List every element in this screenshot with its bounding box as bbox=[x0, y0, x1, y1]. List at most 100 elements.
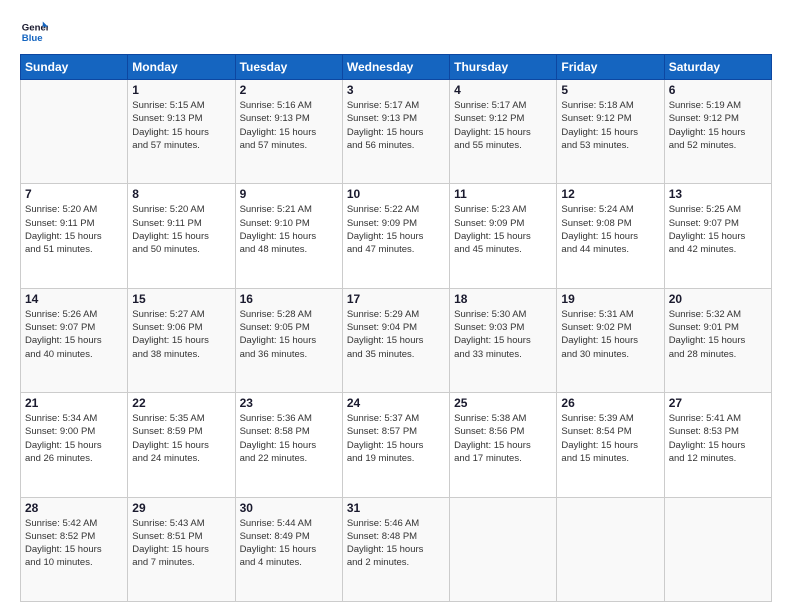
calendar-cell: 4 Sunrise: 5:17 AMSunset: 9:12 PMDaylight… bbox=[450, 80, 557, 184]
calendar-cell bbox=[664, 497, 771, 601]
calendar-cell: 9 Sunrise: 5:21 AMSunset: 9:10 PMDaylight… bbox=[235, 184, 342, 288]
calendar-day-header: Tuesday bbox=[235, 55, 342, 80]
calendar-cell: 29Sunrise: 5:43 AMSunset: 8:51 PMDayligh… bbox=[128, 497, 235, 601]
day-number: 15 bbox=[132, 292, 230, 306]
day-number: 11 bbox=[454, 187, 552, 201]
day-info: Sunrise: 5:22 AMSunset: 9:09 PMDaylight:… bbox=[347, 203, 445, 256]
calendar-cell: 31Sunrise: 5:46 AMSunset: 8:48 PMDayligh… bbox=[342, 497, 449, 601]
calendar-day-header: Saturday bbox=[664, 55, 771, 80]
day-info: Sunrise: 5:26 AMSunset: 9:07 PMDaylight:… bbox=[25, 308, 123, 361]
day-info: Sunrise: 5:16 AMSunset: 9:13 PMDaylight:… bbox=[240, 99, 338, 152]
calendar-week-row: 1 Sunrise: 5:15 AMSunset: 9:13 PMDaylight… bbox=[21, 80, 772, 184]
day-info: Sunrise: 5:17 AMSunset: 9:12 PMDaylight:… bbox=[454, 99, 552, 152]
day-number: 4 bbox=[454, 83, 552, 97]
day-number: 23 bbox=[240, 396, 338, 410]
day-info: Sunrise: 5:38 AMSunset: 8:56 PMDaylight:… bbox=[454, 412, 552, 465]
day-number: 3 bbox=[347, 83, 445, 97]
calendar-cell: 22 Sunrise: 5:35 AMSunset: 8:59 PMDayligh… bbox=[128, 393, 235, 497]
calendar-day-header: Monday bbox=[128, 55, 235, 80]
day-info: Sunrise: 5:35 AMSunset: 8:59 PMDaylight:… bbox=[132, 412, 230, 465]
day-number: 5 bbox=[561, 83, 659, 97]
day-info: Sunrise: 5:34 AMSunset: 9:00 PMDaylight:… bbox=[25, 412, 123, 465]
day-info: Sunrise: 5:28 AMSunset: 9:05 PMDaylight:… bbox=[240, 308, 338, 361]
day-info: Sunrise: 5:15 AMSunset: 9:13 PMDaylight:… bbox=[132, 99, 230, 152]
calendar-day-header: Thursday bbox=[450, 55, 557, 80]
calendar-cell: 2 Sunrise: 5:16 AMSunset: 9:13 PMDaylight… bbox=[235, 80, 342, 184]
calendar-cell: 17 Sunrise: 5:29 AMSunset: 9:04 PMDayligh… bbox=[342, 288, 449, 392]
calendar-cell: 20Sunrise: 5:32 AMSunset: 9:01 PMDayligh… bbox=[664, 288, 771, 392]
day-number: 8 bbox=[132, 187, 230, 201]
day-number: 1 bbox=[132, 83, 230, 97]
svg-text:Blue: Blue bbox=[22, 33, 43, 44]
calendar-cell: 10 Sunrise: 5:22 AMSunset: 9:09 PMDayligh… bbox=[342, 184, 449, 288]
day-info: Sunrise: 5:21 AMSunset: 9:10 PMDaylight:… bbox=[240, 203, 338, 256]
calendar-cell: 26Sunrise: 5:39 AMSunset: 8:54 PMDayligh… bbox=[557, 393, 664, 497]
day-number: 19 bbox=[561, 292, 659, 306]
day-number: 10 bbox=[347, 187, 445, 201]
day-number: 22 bbox=[132, 396, 230, 410]
day-info: Sunrise: 5:24 AMSunset: 9:08 PMDaylight:… bbox=[561, 203, 659, 256]
calendar-cell: 24 Sunrise: 5:37 AMSunset: 8:57 PMDayligh… bbox=[342, 393, 449, 497]
day-number: 21 bbox=[25, 396, 123, 410]
day-info: Sunrise: 5:23 AMSunset: 9:09 PMDaylight:… bbox=[454, 203, 552, 256]
day-number: 14 bbox=[25, 292, 123, 306]
day-info: Sunrise: 5:31 AMSunset: 9:02 PMDaylight:… bbox=[561, 308, 659, 361]
day-number: 13 bbox=[669, 187, 767, 201]
calendar-header-row: SundayMondayTuesdayWednesdayThursdayFrid… bbox=[21, 55, 772, 80]
calendar-cell bbox=[557, 497, 664, 601]
day-number: 28 bbox=[25, 501, 123, 515]
calendar-cell: 15 Sunrise: 5:27 AMSunset: 9:06 PMDayligh… bbox=[128, 288, 235, 392]
calendar-cell: 19 Sunrise: 5:31 AMSunset: 9:02 PMDayligh… bbox=[557, 288, 664, 392]
day-number: 16 bbox=[240, 292, 338, 306]
day-number: 12 bbox=[561, 187, 659, 201]
day-info: Sunrise: 5:20 AMSunset: 9:11 PMDaylight:… bbox=[132, 203, 230, 256]
day-info: Sunrise: 5:25 AMSunset: 9:07 PMDaylight:… bbox=[669, 203, 767, 256]
calendar-week-row: 14 Sunrise: 5:26 AMSunset: 9:07 PMDayligh… bbox=[21, 288, 772, 392]
day-number: 9 bbox=[240, 187, 338, 201]
day-number: 26 bbox=[561, 396, 659, 410]
day-number: 24 bbox=[347, 396, 445, 410]
calendar-cell: 18 Sunrise: 5:30 AMSunset: 9:03 PMDayligh… bbox=[450, 288, 557, 392]
day-number: 27 bbox=[669, 396, 767, 410]
calendar-cell: 21 Sunrise: 5:34 AMSunset: 9:00 PMDayligh… bbox=[21, 393, 128, 497]
day-info: Sunrise: 5:36 AMSunset: 8:58 PMDaylight:… bbox=[240, 412, 338, 465]
calendar-cell: 13 Sunrise: 5:25 AMSunset: 9:07 PMDayligh… bbox=[664, 184, 771, 288]
calendar-cell: 11 Sunrise: 5:23 AMSunset: 9:09 PMDayligh… bbox=[450, 184, 557, 288]
calendar-cell: 16 Sunrise: 5:28 AMSunset: 9:05 PMDayligh… bbox=[235, 288, 342, 392]
day-info: Sunrise: 5:27 AMSunset: 9:06 PMDaylight:… bbox=[132, 308, 230, 361]
calendar-week-row: 21 Sunrise: 5:34 AMSunset: 9:00 PMDayligh… bbox=[21, 393, 772, 497]
calendar-cell: 8 Sunrise: 5:20 AMSunset: 9:11 PMDaylight… bbox=[128, 184, 235, 288]
day-number: 29 bbox=[132, 501, 230, 515]
calendar-day-header: Wednesday bbox=[342, 55, 449, 80]
logo-icon: General Blue bbox=[20, 18, 48, 46]
calendar-cell: 23 Sunrise: 5:36 AMSunset: 8:58 PMDayligh… bbox=[235, 393, 342, 497]
logo: General Blue bbox=[20, 18, 48, 46]
calendar-cell bbox=[21, 80, 128, 184]
calendar-cell: 14 Sunrise: 5:26 AMSunset: 9:07 PMDayligh… bbox=[21, 288, 128, 392]
calendar-cell bbox=[450, 497, 557, 601]
day-info: Sunrise: 5:17 AMSunset: 9:13 PMDaylight:… bbox=[347, 99, 445, 152]
calendar-cell: 28 Sunrise: 5:42 AMSunset: 8:52 PMDayligh… bbox=[21, 497, 128, 601]
calendar-cell: 12 Sunrise: 5:24 AMSunset: 9:08 PMDayligh… bbox=[557, 184, 664, 288]
day-info: Sunrise: 5:30 AMSunset: 9:03 PMDaylight:… bbox=[454, 308, 552, 361]
day-number: 25 bbox=[454, 396, 552, 410]
calendar-cell: 30Sunrise: 5:44 AMSunset: 8:49 PMDayligh… bbox=[235, 497, 342, 601]
day-number: 17 bbox=[347, 292, 445, 306]
calendar-week-row: 7 Sunrise: 5:20 AMSunset: 9:11 PMDaylight… bbox=[21, 184, 772, 288]
day-number: 2 bbox=[240, 83, 338, 97]
day-number: 7 bbox=[25, 187, 123, 201]
day-info: Sunrise: 5:37 AMSunset: 8:57 PMDaylight:… bbox=[347, 412, 445, 465]
calendar-cell: 3 Sunrise: 5:17 AMSunset: 9:13 PMDaylight… bbox=[342, 80, 449, 184]
header: General Blue bbox=[20, 18, 772, 46]
day-number: 18 bbox=[454, 292, 552, 306]
day-info: Sunrise: 5:44 AMSunset: 8:49 PMDaylight:… bbox=[240, 517, 338, 570]
calendar-cell: 27Sunrise: 5:41 AMSunset: 8:53 PMDayligh… bbox=[664, 393, 771, 497]
calendar-cell: 6Sunrise: 5:19 AMSunset: 9:12 PMDaylight… bbox=[664, 80, 771, 184]
calendar-day-header: Sunday bbox=[21, 55, 128, 80]
day-info: Sunrise: 5:19 AMSunset: 9:12 PMDaylight:… bbox=[669, 99, 767, 152]
calendar-day-header: Friday bbox=[557, 55, 664, 80]
day-info: Sunrise: 5:42 AMSunset: 8:52 PMDaylight:… bbox=[25, 517, 123, 570]
calendar-cell: 25 Sunrise: 5:38 AMSunset: 8:56 PMDayligh… bbox=[450, 393, 557, 497]
day-info: Sunrise: 5:46 AMSunset: 8:48 PMDaylight:… bbox=[347, 517, 445, 570]
day-info: Sunrise: 5:29 AMSunset: 9:04 PMDaylight:… bbox=[347, 308, 445, 361]
